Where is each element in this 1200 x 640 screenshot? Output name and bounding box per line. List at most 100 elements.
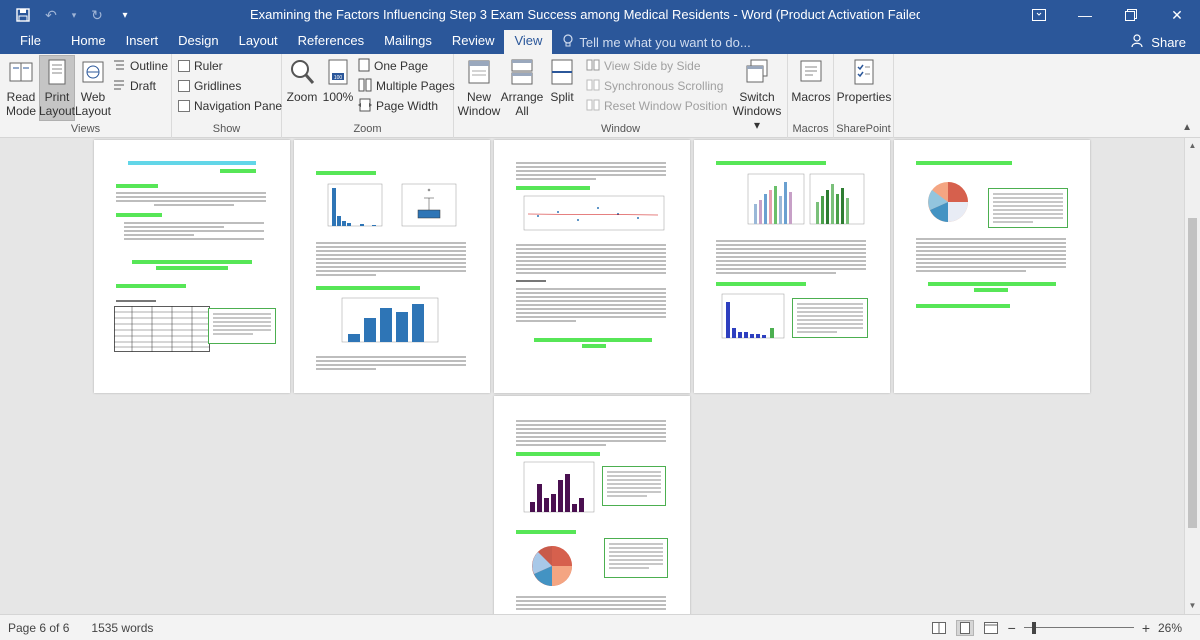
print-layout-label-1: Print (44, 90, 70, 104)
section-heading-highlight (116, 184, 158, 188)
read-mode-icon (6, 56, 36, 88)
page-width-button[interactable]: Page Width (358, 96, 438, 116)
tell-me-box[interactable]: Tell me what you want to do... (552, 30, 751, 54)
save-icon[interactable] (14, 6, 32, 24)
status-bar-right: − + 26% (930, 615, 1200, 640)
zoom-100-icon: 100 (323, 56, 353, 88)
restore-icon[interactable] (1108, 0, 1154, 30)
person-icon (1131, 33, 1145, 51)
web-layout-view-icon[interactable] (982, 620, 1000, 636)
zoom-slider[interactable] (1023, 620, 1134, 636)
ruler-checkbox[interactable]: Ruler (178, 56, 223, 76)
arrange-all-button[interactable]: Arrange All (501, 56, 543, 118)
macros-button[interactable]: Macros (790, 56, 832, 104)
new-window-label-2: Window (457, 104, 501, 118)
close-icon[interactable]: ✕ (1154, 0, 1200, 30)
ruler-label: Ruler (194, 59, 223, 73)
gridlines-checkbox[interactable]: Gridlines (178, 76, 241, 96)
zoom-slider-track (1023, 627, 1134, 628)
ribbon-display-options-icon[interactable] (1016, 0, 1062, 30)
word-count[interactable]: 1535 words (83, 621, 167, 635)
read-mode-button[interactable]: Read Mode (4, 56, 38, 118)
minimize-icon[interactable]: — (1062, 0, 1108, 30)
ribbon: Read Mode Print Layout Web Layout Outlin… (0, 54, 1200, 138)
tab-review[interactable]: Review (442, 30, 505, 54)
split-label: Split (550, 90, 574, 104)
properties-button[interactable]: Properties (836, 56, 892, 104)
document-page[interactable] (494, 396, 690, 614)
sharepoint-group: Properties SharePoint (834, 54, 894, 138)
tab-layout[interactable]: Layout (229, 30, 288, 54)
read-mode-view-icon[interactable] (930, 620, 948, 636)
tab-view[interactable]: View (504, 30, 553, 54)
document-page[interactable] (494, 140, 690, 393)
reset-window-position-button[interactable]: Reset Window Position (586, 96, 727, 116)
window-controls: — ✕ (1016, 0, 1200, 30)
outline-button[interactable]: Outline (112, 56, 168, 76)
tab-insert[interactable]: Insert (116, 30, 169, 54)
outline-label: Outline (130, 59, 169, 73)
quick-access-toolbar: ↶ ▾ ↻ ▾ (0, 6, 140, 24)
one-page-button[interactable]: One Page (358, 56, 428, 76)
scrollbar-thumb[interactable] (1188, 218, 1197, 528)
view-side-by-side-button[interactable]: View Side by Side (586, 56, 701, 76)
vertical-scrollbar[interactable]: ▲ ▼ (1184, 138, 1200, 614)
undo-icon[interactable]: ↶ (42, 6, 60, 24)
pie-chart-thumbnail (532, 546, 572, 586)
share-button[interactable]: Share (1131, 30, 1186, 54)
grouped-bar-chart-thumbnail (747, 173, 865, 225)
tab-file[interactable]: File (0, 30, 61, 54)
customize-toolbar-icon[interactable]: ▾ (116, 6, 134, 24)
arrange-all-icon (507, 56, 537, 88)
multiple-pages-button[interactable]: Multiple Pages (358, 76, 455, 96)
tab-mailings[interactable]: Mailings (374, 30, 442, 54)
zoom-out-icon[interactable]: − (1008, 620, 1016, 636)
synchronous-scrolling-button[interactable]: Synchronous Scrolling (586, 76, 723, 96)
tab-home[interactable]: Home (61, 30, 116, 54)
callout-box (792, 298, 868, 338)
svg-text:100: 100 (334, 75, 343, 81)
document-page[interactable] (894, 140, 1090, 393)
zoom-in-icon[interactable]: + (1142, 620, 1150, 636)
macros-button-label: Macros (791, 90, 831, 104)
page-width-label: Page Width (376, 99, 439, 113)
zoom-level[interactable]: 26% (1158, 621, 1190, 635)
navigation-pane-checkbox[interactable]: Navigation Pane (178, 96, 282, 116)
tab-design[interactable]: Design (168, 30, 228, 54)
collapse-ribbon-icon[interactable]: ▲ (1182, 122, 1192, 133)
zoom-slider-knob[interactable] (1031, 622, 1036, 634)
print-layout-view-icon[interactable] (955, 620, 974, 636)
page-heading-highlight (128, 161, 256, 165)
window-group-label: Window (600, 123, 641, 135)
web-layout-label-1: Web (80, 90, 106, 104)
redo-icon[interactable]: ↻ (88, 6, 106, 24)
document-area[interactable] (0, 138, 1184, 614)
zoom-button[interactable]: Zoom (286, 56, 318, 104)
gridlines-label: Gridlines (194, 79, 242, 93)
ribbon-tabs: File Home Insert Design Layout Reference… (0, 30, 1200, 54)
scroll-down-icon[interactable]: ▼ (1185, 598, 1200, 614)
switch-windows-button[interactable]: Switch Windows ▾ (732, 56, 782, 132)
new-window-button[interactable]: New Window (458, 56, 500, 118)
document-page[interactable] (94, 140, 290, 393)
web-layout-button[interactable]: Web Layout (75, 56, 111, 118)
page-counter[interactable]: Page 6 of 6 (0, 621, 83, 635)
gridlines-check-icon (178, 80, 190, 92)
switch-windows-icon (742, 56, 772, 88)
draft-button[interactable]: Draft (112, 76, 156, 96)
sharepoint-group-label: SharePoint (836, 123, 891, 135)
zoom-100-button[interactable]: 100 100% (322, 56, 354, 104)
zoom-100-label: 100% (322, 90, 354, 104)
macros-icon (796, 56, 826, 88)
scroll-up-icon[interactable]: ▲ (1185, 138, 1200, 154)
chevron-down-icon[interactable]: ▾ (70, 6, 78, 24)
split-button[interactable]: Split (544, 56, 580, 104)
print-layout-button[interactable]: Print Layout (39, 55, 75, 121)
document-page[interactable] (294, 140, 490, 393)
document-page[interactable] (694, 140, 890, 393)
multiple-pages-label: Multiple Pages (376, 79, 455, 93)
switch-windows-label-1: Switch (739, 90, 775, 104)
properties-label: Properties (836, 90, 892, 104)
tab-references[interactable]: References (288, 30, 374, 54)
print-layout-label-2: Layout (38, 104, 76, 118)
